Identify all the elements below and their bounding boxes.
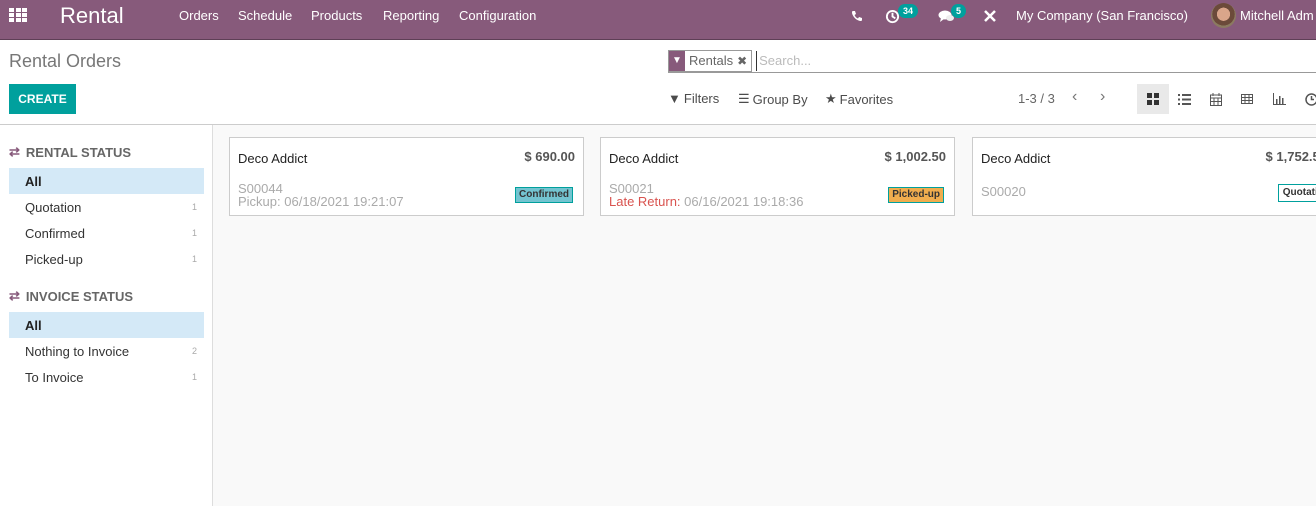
list-icon	[1177, 93, 1191, 105]
invoice-status-nothing-to-invoice[interactable]: Nothing to Invoice 2	[9, 338, 204, 364]
pager-value[interactable]: 1-3 / 3	[1018, 91, 1055, 106]
rental-status-all[interactable]: All	[9, 168, 204, 194]
invoice-status-header: ⇄ INVOICE STATUS	[9, 288, 133, 304]
retweet-icon: ⇄	[9, 144, 20, 159]
retweet-icon: ⇄	[9, 288, 20, 303]
rental-status-confirmed[interactable]: Confirmed 1	[9, 220, 204, 246]
bar-chart-icon	[1272, 93, 1286, 105]
calendar-icon	[1210, 92, 1222, 106]
filter-icon: ▼	[668, 91, 681, 106]
customer-name: Deco Addict	[981, 151, 1051, 166]
order-amount: $ 1,002.50	[884, 149, 946, 164]
page-title: Rental Orders	[9, 51, 122, 71]
pager-next-icon[interactable]: ›	[1100, 88, 1105, 106]
list-view-button[interactable]	[1168, 84, 1200, 114]
status-badge: Confirmed	[515, 187, 573, 203]
customer-name: Deco Addict	[238, 151, 308, 166]
item-count: 2	[191, 346, 197, 356]
search-bar: ▼ Rentals ✖	[668, 49, 1316, 73]
user-menu[interactable]: Mitchell Adm	[1240, 8, 1314, 23]
filters-label: Filters	[683, 91, 720, 106]
section-title: RENTAL STATUS	[25, 144, 132, 160]
item-label: To Invoice	[25, 369, 84, 385]
kanban-icon	[1147, 93, 1159, 105]
date-label: Pickup:	[238, 194, 281, 209]
kanban-card[interactable]: Deco Addict $ 690.00 S00044 Pickup: 06/1…	[229, 137, 584, 216]
item-label: Quotation	[25, 199, 82, 215]
menu-schedule[interactable]: Schedule	[238, 8, 292, 23]
facet-label: Rentals	[689, 53, 734, 68]
graph-view-button[interactable]	[1263, 84, 1295, 114]
kanban-view-button[interactable]	[1137, 84, 1169, 114]
search-facet: ▼ Rentals ✖	[668, 49, 753, 72]
menu-products[interactable]: Products	[311, 8, 362, 23]
return-date: Late Return: 06/16/2021 19:18:36	[609, 194, 803, 209]
clock-icon	[1304, 92, 1316, 106]
top-navbar: Rental Orders Schedule Products Reportin…	[0, 0, 1316, 40]
item-label: Picked-up	[25, 251, 83, 267]
customer-name: Deco Addict	[609, 151, 679, 166]
pivot-table-icon	[1241, 94, 1253, 104]
rental-status-header: ⇄ RENTAL STATUS	[9, 144, 131, 160]
search-input[interactable]	[756, 50, 1257, 71]
bars-icon: ☰	[738, 91, 750, 106]
item-label: All	[25, 317, 42, 333]
star-icon: ★	[825, 91, 837, 106]
remove-facet-icon[interactable]: ✖	[737, 54, 751, 68]
item-count: 1	[191, 254, 197, 264]
message-count-badge: 5	[951, 4, 967, 18]
status-badge: Quotation	[1277, 184, 1316, 202]
favorites-label: Favorites	[839, 91, 894, 107]
filters-button[interactable]: ▼ Filters	[668, 91, 719, 106]
pivot-view-button[interactable]	[1231, 84, 1263, 114]
create-button[interactable]: CREATE	[9, 84, 76, 114]
search-panel: ⇄ RENTAL STATUS All Quotation 1 Confirme…	[0, 125, 213, 506]
group-by-label: Group By	[752, 91, 808, 107]
kanban-card[interactable]: Deco Addict $ 1,752.50 S00020 Quotation	[972, 137, 1316, 216]
company-switcher[interactable]: My Company (San Francisco)	[1016, 8, 1188, 23]
debug-tools-icon[interactable]	[983, 0, 997, 36]
order-amount: $ 1,752.50	[1265, 149, 1316, 164]
pager-previous-icon[interactable]: ‹	[1072, 88, 1077, 106]
user-avatar[interactable]	[1211, 3, 1236, 28]
menu-orders[interactable]: Orders	[179, 8, 219, 23]
activity-count-badge: 34	[898, 4, 919, 18]
item-count: 1	[191, 372, 197, 382]
app-name[interactable]: Rental	[60, 3, 124, 29]
item-label: All	[25, 173, 42, 189]
item-count: 1	[191, 202, 197, 212]
calendar-view-button[interactable]	[1200, 84, 1232, 114]
rental-status-picked-up[interactable]: Picked-up 1	[9, 246, 204, 272]
apps-menu-icon[interactable]	[9, 8, 27, 24]
favorites-button[interactable]: ★ Favorites	[825, 91, 893, 107]
pickup-date: Pickup: 06/18/2021 19:21:07	[238, 194, 404, 209]
rental-status-quotation[interactable]: Quotation 1	[9, 194, 204, 220]
date-value: 06/16/2021 19:18:36	[684, 194, 804, 209]
invoice-status-all[interactable]: All	[9, 312, 204, 338]
filter-icon: ▼	[669, 50, 685, 71]
status-badge: Picked-up	[888, 187, 944, 203]
phone-icon[interactable]	[851, 0, 863, 36]
kanban-card[interactable]: Deco Addict $ 1,002.50 S00021 Late Retur…	[600, 137, 955, 216]
menu-reporting[interactable]: Reporting	[383, 8, 439, 23]
item-label: Confirmed	[25, 225, 85, 241]
activity-view-button[interactable]	[1295, 84, 1316, 114]
group-by-button[interactable]: ☰ Group By	[738, 91, 808, 107]
invoice-status-to-invoice[interactable]: To Invoice 1	[9, 364, 204, 390]
date-value: 06/18/2021 19:21:07	[284, 194, 404, 209]
order-reference: S00020	[981, 184, 1026, 199]
late-return-label: Late Return:	[609, 194, 681, 209]
menu-configuration[interactable]: Configuration	[459, 8, 536, 23]
control-panel: Rental Orders CREATE ▼ Rentals ✖ ▼ Filte…	[0, 40, 1316, 125]
section-title: INVOICE STATUS	[25, 288, 134, 304]
activity-clock-icon[interactable]	[885, 0, 900, 36]
item-count: 1	[191, 228, 197, 238]
item-label: Nothing to Invoice	[25, 343, 130, 359]
order-amount: $ 690.00	[524, 149, 575, 164]
